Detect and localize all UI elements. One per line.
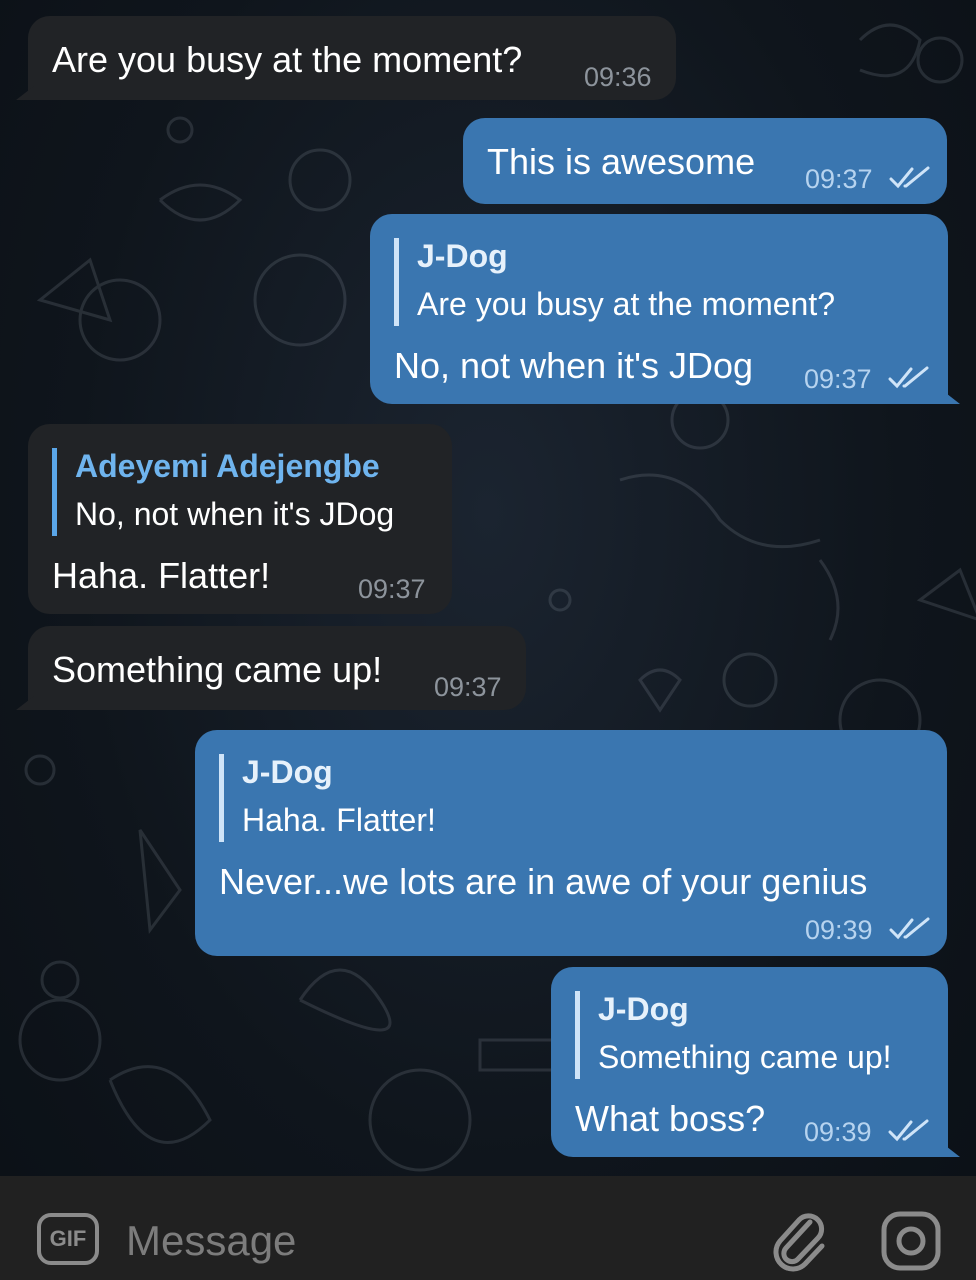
reply-text: Are you busy at the moment? (417, 286, 835, 322)
outgoing-message[interactable]: J-Dog Something came up! What boss? 09:3… (551, 967, 948, 1157)
message-text: Never...we lots are in awe of your geniu… (219, 861, 868, 902)
double-check-icon (889, 166, 930, 189)
message-text: Haha. Flatter! (52, 555, 271, 596)
incoming-message[interactable]: Something came up! 09:37 (28, 626, 526, 710)
reply-text: Haha. Flatter! (242, 802, 436, 838)
gif-icon[interactable]: GIF (37, 1213, 99, 1265)
double-check-icon (888, 1119, 929, 1142)
message-time: 09:39 (805, 915, 873, 945)
message-time: 09:39 (804, 1117, 872, 1147)
camera-icon[interactable] (880, 1210, 942, 1272)
message-text: No, not when it's JDog (394, 345, 754, 386)
reply-quote[interactable]: J-Dog Are you busy at the moment? (394, 238, 835, 326)
outgoing-message[interactable]: This is awesome 09:37 (463, 118, 947, 204)
reply-text: Something came up! (598, 1039, 892, 1075)
double-check-icon (889, 917, 930, 940)
message-input[interactable] (126, 1216, 726, 1266)
message-time: 09:37 (804, 364, 872, 394)
message-text: Are you busy at the moment? (52, 39, 523, 80)
message-time: 09:37 (805, 164, 873, 194)
reply-quote[interactable]: Adeyemi Adejengbe No, not when it's JDog (52, 448, 394, 536)
message-time: 09:36 (584, 62, 652, 92)
message-text: Something came up! (52, 649, 383, 690)
reply-author: J-Dog (417, 238, 508, 274)
reply-author: J-Dog (598, 991, 689, 1027)
message-text: This is awesome (487, 141, 756, 182)
reply-text: No, not when it's JDog (75, 496, 395, 532)
outgoing-message[interactable]: J-Dog Are you busy at the moment? No, no… (370, 214, 948, 404)
reply-quote[interactable]: J-Dog Haha. Flatter! (219, 754, 436, 842)
incoming-message[interactable]: Adeyemi Adejengbe No, not when it's JDog… (28, 424, 452, 614)
paperclip-icon[interactable] (770, 1208, 830, 1272)
message-time: 09:37 (434, 672, 502, 702)
reply-author: Adeyemi Adejengbe (75, 448, 380, 484)
reply-quote[interactable]: J-Dog Something came up! (575, 991, 892, 1079)
message-list[interactable]: Are you busy at the moment? 09:36 This i… (0, 0, 976, 1176)
outgoing-message[interactable]: J-Dog Haha. Flatter! Never...we lots are… (195, 730, 947, 956)
message-time: 09:37 (358, 574, 426, 604)
double-check-icon (888, 366, 929, 389)
message-text: What boss? (575, 1098, 766, 1139)
reply-author: J-Dog (242, 754, 333, 790)
incoming-message[interactable]: Are you busy at the moment? 09:36 (28, 16, 676, 100)
